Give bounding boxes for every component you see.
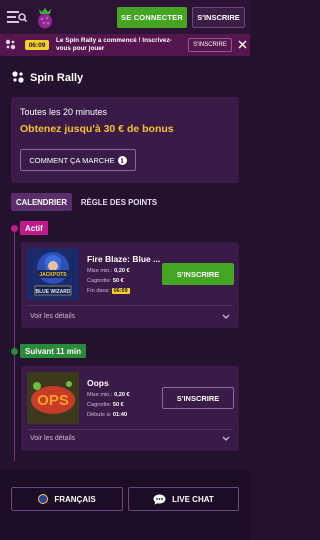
chevron-down-icon[interactable] (222, 314, 230, 320)
chevron-down-icon[interactable] (222, 436, 230, 442)
info-icon: i (117, 155, 127, 165)
promo-headline: Obtenez jusqu'à 30 € de bonus (20, 123, 174, 135)
notification-register-button[interactable]: S'INSCRIRE (188, 38, 232, 52)
notification-bar: 06:09 Le Spin Rally a commencé ! Inscriv… (0, 34, 250, 56)
game-thumbnail[interactable]: JACKPOTS BLUE WIZARD (27, 248, 79, 300)
game-title[interactable]: Fire Blaze: Blue ... (87, 254, 160, 264)
divider (27, 305, 233, 306)
flag-icon (38, 494, 49, 504)
end-time-row: Fin dans: 06:09 (87, 288, 130, 294)
details-link[interactable]: Voir les détails (30, 313, 75, 320)
svg-text:JACKPOTS: JACKPOTS (39, 272, 67, 278)
language-label: FRANÇAIS (54, 494, 96, 504)
tab-calendar[interactable]: CALENDRIER (11, 193, 72, 211)
how-it-works-button[interactable]: COMMENT ÇA MARCHE i (20, 149, 136, 171)
prize-row: Cagnotte: 50 € (87, 278, 124, 284)
tab-points-rules[interactable]: RÈGLE DES POINTS (75, 193, 163, 211)
live-chat-button[interactable]: LIVE CHAT (128, 487, 239, 511)
svg-text:OPS: OPS (37, 392, 69, 409)
prize-row: Cagnotte: 50 € (87, 402, 124, 408)
promo-banner: Toutes les 20 minutes Obtenez jusqu'à 30… (11, 97, 239, 183)
end-timer: 06:09 (111, 288, 130, 294)
logo-icon[interactable] (36, 5, 54, 29)
svg-text:BLUE WIZARD: BLUE WIZARD (36, 289, 71, 295)
how-it-works-label: COMMENT ÇA MARCHE (29, 155, 115, 165)
start-time-row: Débute à: 01:40 (87, 412, 128, 418)
login-button[interactable]: SE CONNECTER (117, 7, 187, 28)
tournament-card: JACKPOTS BLUE WIZARD Fire Blaze: Blue ..… (21, 242, 239, 328)
timeline-line (14, 229, 15, 461)
tournament-register-button[interactable]: S'INSCRIRE (162, 387, 234, 409)
tournament-register-button[interactable]: S'INSCRIRE (162, 263, 234, 285)
page-title: Spin Rally (30, 72, 84, 84)
divider (27, 429, 233, 430)
menu-icon[interactable] (7, 9, 27, 25)
rally-icon (12, 71, 24, 83)
notification-text: Le Spin Rally a commencé ! Inscrivez-vou… (56, 37, 172, 52)
chat-icon (153, 494, 166, 504)
min-bet-row: Mise min.: 0,20 € (87, 392, 130, 398)
timeline-dot-next (11, 348, 18, 355)
tournament-card: OPS Oops Mise min.: 0,20 € Cagnotte: 50 … (21, 366, 239, 451)
rally-icon (5, 39, 16, 50)
live-chat-label: LIVE CHAT (172, 494, 214, 504)
timeline-dot-active (11, 225, 18, 232)
details-link[interactable]: Voir les détails (30, 435, 75, 442)
close-icon[interactable] (238, 40, 247, 49)
register-button[interactable]: S'INSCRIRE (192, 7, 245, 28)
next-badge: Suivant 11 min (20, 344, 87, 358)
game-title[interactable]: Oops (87, 378, 109, 388)
min-bet-row: Mise min.: 0,20 € (87, 268, 130, 274)
language-button[interactable]: FRANÇAIS (11, 487, 123, 511)
footer: FRANÇAIS LIVE CHAT (0, 470, 250, 540)
promo-subtitle: Toutes les 20 minutes (20, 107, 108, 117)
top-header: SE CONNECTER S'INSCRIRE (0, 0, 250, 34)
game-thumbnail[interactable]: OPS (27, 372, 79, 424)
notification-timer: 06:09 (25, 40, 49, 50)
active-badge: Actif (20, 221, 48, 235)
